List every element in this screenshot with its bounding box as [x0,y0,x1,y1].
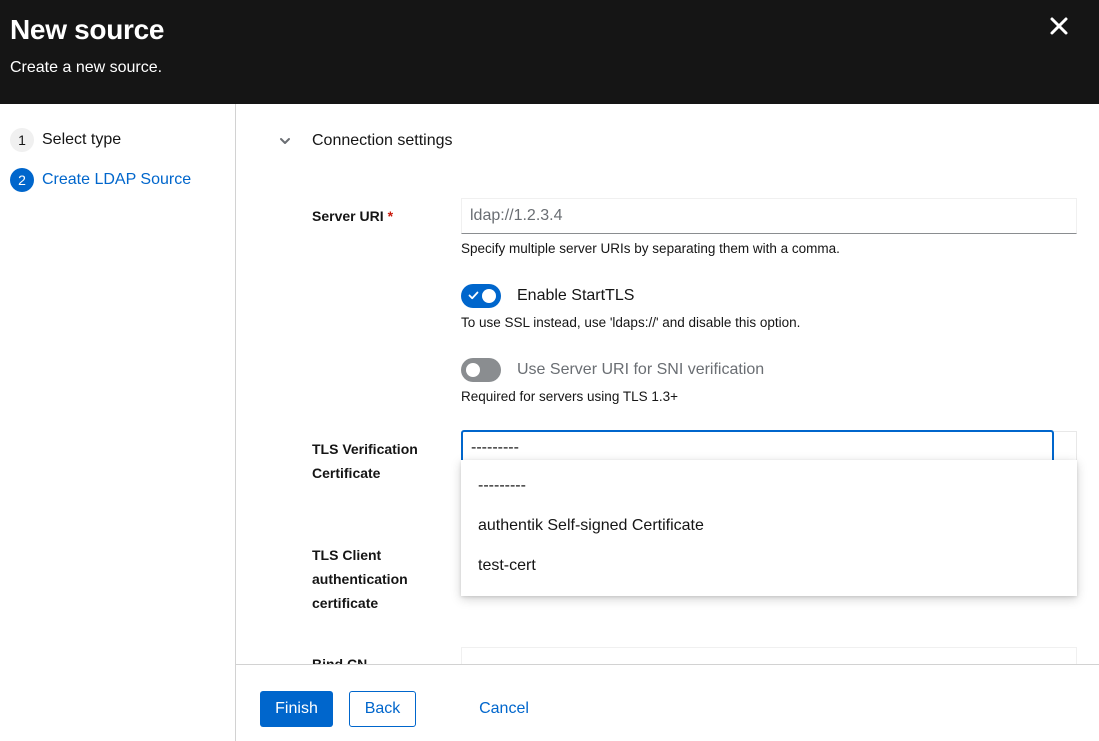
starttls-toggle-row[interactable]: Enable StartTLS [461,284,634,308]
step-label: Create LDAP Source [42,171,192,188]
server-uri-input[interactable]: ldap://1.2.3.4 [461,198,1077,234]
wizard-step-select-type[interactable]: 1 Select type [10,128,121,152]
tls-client-label-line2: authentication [312,571,408,587]
dropdown-option[interactable]: test-cert [461,546,1077,586]
page-subtitle: Create a new source. [10,59,163,76]
step-number: 1 [10,128,34,152]
tls-client-label-line3: certificate [312,595,379,611]
tls-verification-selected: --------- [471,439,519,456]
required-mark: * [387,208,394,224]
chevron-down-icon [280,138,290,144]
starttls-helper: To use SSL instead, use 'ldaps://' and d… [461,315,801,330]
starttls-label: Enable StartTLS [517,287,635,304]
wizard-step-create-ldap-source[interactable]: 2 Create LDAP Source [10,168,191,192]
tls-verification-label-line2: Certificate [312,465,381,481]
tls-verification-label: TLS Verification Certificate [312,437,418,485]
bind-cn-label: Bind CN [312,656,368,664]
switch-knob [466,363,480,377]
page-title: New source [10,14,165,45]
finish-button[interactable]: Finish [260,691,333,727]
step-label: Select type [42,131,122,148]
close-icon[interactable] [1047,14,1071,38]
cancel-button[interactable]: Cancel [468,691,540,727]
section-title: Connection settings [312,132,453,149]
starttls-switch[interactable] [461,284,501,308]
server-uri-placeholder: ldap://1.2.3.4 [470,207,563,224]
connection-settings-toggle[interactable]: Connection settings [278,132,453,150]
sni-toggle-row[interactable]: Use Server URI for SNI verification [461,358,764,382]
tls-client-label: TLS Client authentication certificate [312,543,408,615]
tls-client-label-line1: TLS Client [312,547,382,563]
bind-cn-input[interactable] [461,647,1077,664]
check-icon [468,291,479,300]
dropdown-option[interactable]: authentik Self-signed Certificate [461,506,1077,546]
sni-helper: Required for servers using TLS 1.3+ [461,389,678,404]
wizard-footer: Finish Back Cancel [236,664,1099,741]
sni-label: Use Server URI for SNI verification [517,361,765,378]
tls-verification-select[interactable]: --------- [461,430,1054,464]
dropdown-option[interactable]: --------- [461,466,1077,506]
switch-knob [482,289,496,303]
server-uri-helper: Specify multiple server URIs by separati… [461,241,840,256]
modal-header: New source Create a new source. [0,0,1099,104]
tls-verification-label-line1: TLS Verification [312,441,418,457]
server-uri-label-text: Server URI [312,208,384,224]
server-uri-label: Server URI * [312,204,393,228]
tls-verification-dropdown: --------- authentik Self-signed Certific… [461,460,1077,596]
step-number: 2 [10,168,34,192]
sni-switch[interactable] [461,358,501,382]
back-button[interactable]: Back [349,691,416,727]
wizard-nav: 1 Select type 2 Create LDAP Source [0,104,236,741]
